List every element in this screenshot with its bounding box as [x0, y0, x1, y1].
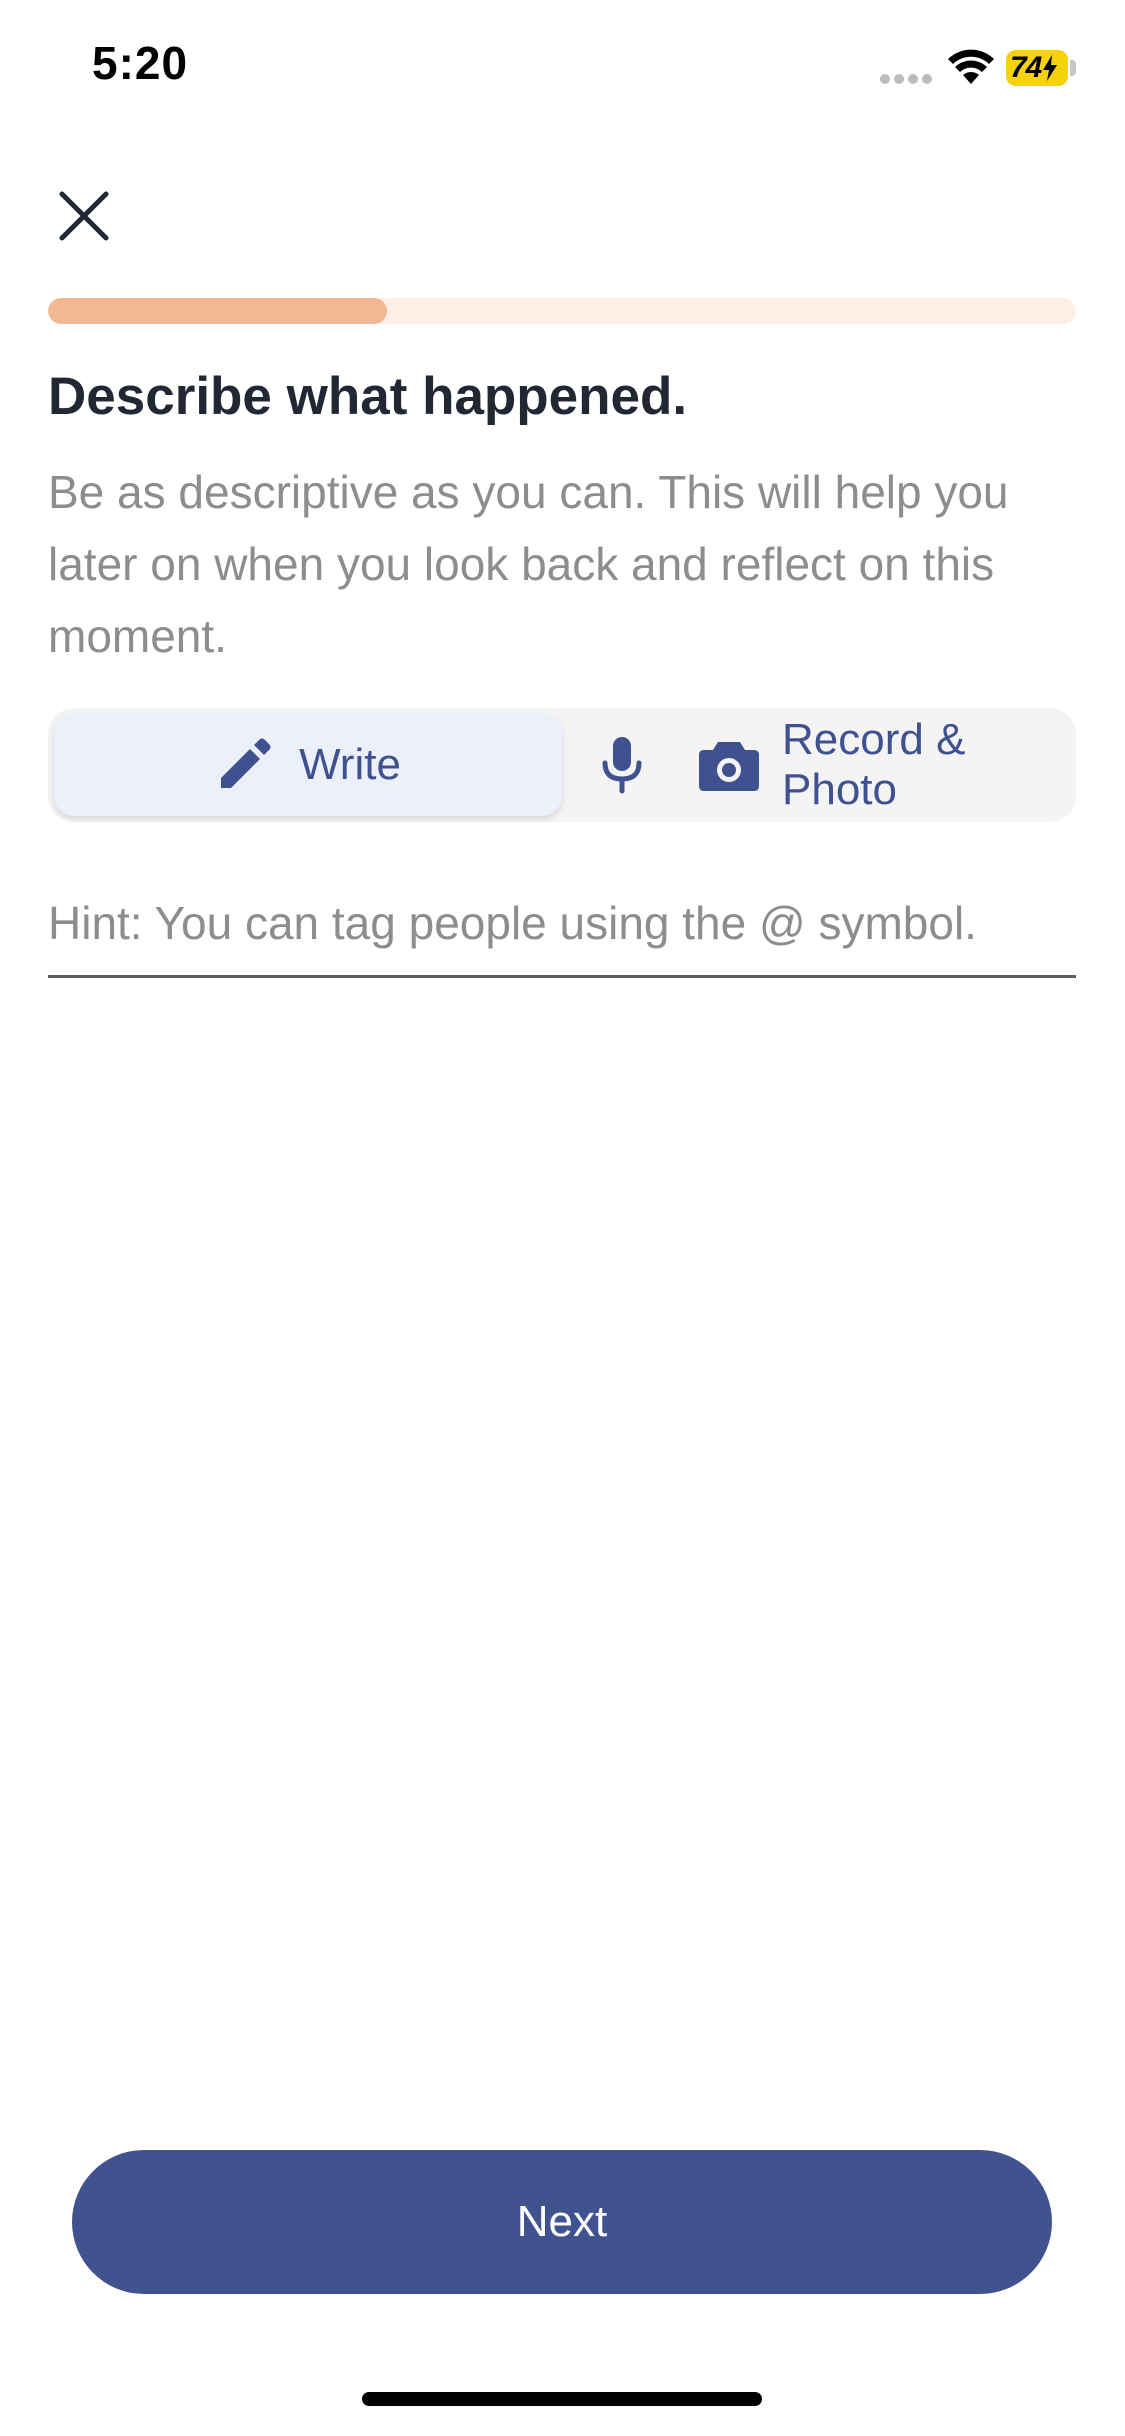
screen: 5:20 74 Describe what happened. Be as de… — [0, 0, 1125, 2436]
page-subtitle: Be as descriptive as you can. This will … — [48, 466, 1009, 662]
status-bar: 5:20 74 — [0, 0, 1125, 140]
camera-icon — [698, 738, 760, 792]
entry-mode-toggle: Write Record & Photo — [48, 708, 1076, 822]
close-icon — [59, 191, 109, 241]
wifi-icon — [948, 49, 994, 84]
write-mode-button[interactable]: Write — [54, 714, 562, 816]
status-time: 5:20 — [92, 37, 189, 89]
home-indicator — [362, 2392, 762, 2406]
progress-fill — [48, 298, 388, 324]
close-button[interactable] — [48, 180, 120, 252]
battery-level: 74 — [1010, 51, 1042, 84]
page-title: Describe what happened. — [48, 367, 688, 426]
battery-icon: 74 — [1006, 50, 1068, 86]
battery-nub — [1070, 60, 1076, 76]
cellular-signal-icon — [880, 74, 934, 86]
description-input[interactable] — [48, 870, 1076, 978]
charging-bolt-icon — [1043, 55, 1058, 81]
progress-bar — [48, 298, 1076, 324]
next-button[interactable]: Next — [72, 2150, 1052, 2294]
record-photo-mode-label: Record & Photo — [782, 715, 966, 814]
microphone-icon — [598, 735, 646, 795]
write-mode-label: Write — [299, 740, 401, 789]
record-photo-mode-button[interactable]: Record & Photo — [568, 714, 1076, 816]
pencil-icon — [215, 736, 273, 794]
